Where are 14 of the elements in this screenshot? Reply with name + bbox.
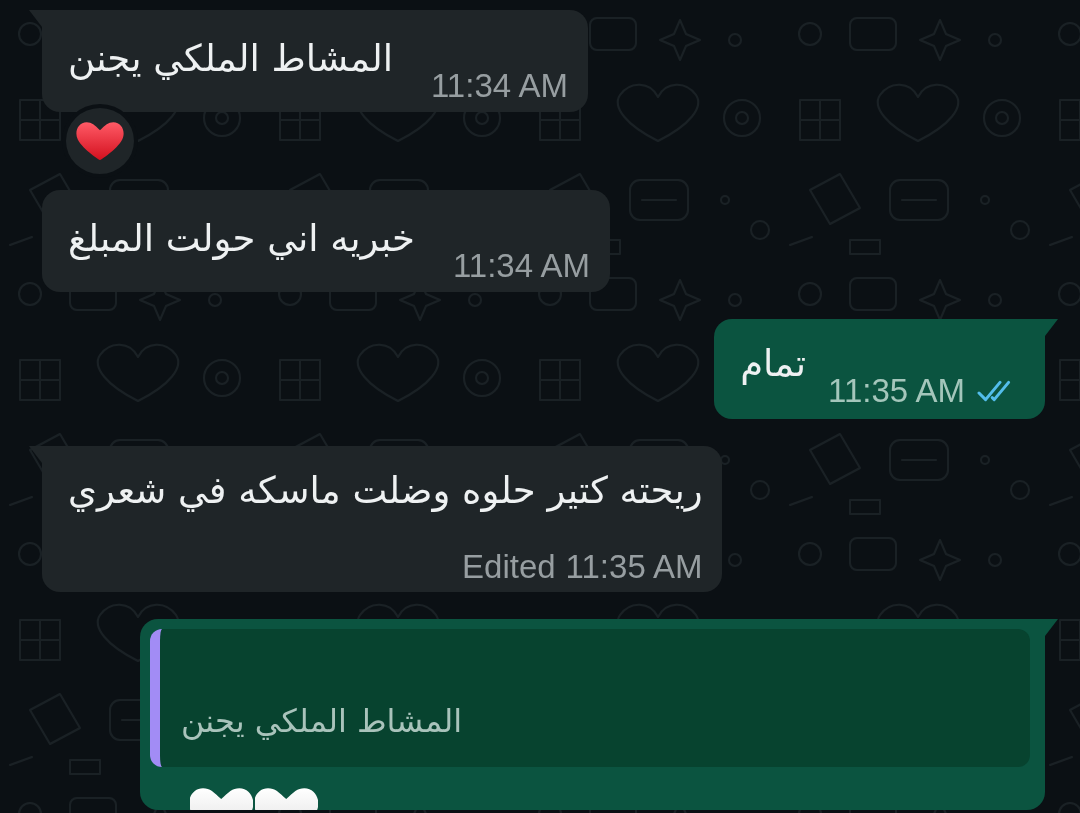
edited-label: Edited [462, 549, 556, 585]
quoted-text: المشاط الملكي يجنن [181, 701, 463, 742]
timestamp: 11:34 AM [452, 248, 590, 284]
heart-icon [76, 120, 124, 162]
message-text: ريحته كتير حلوه وضلت ماسكه في شعري [68, 468, 703, 514]
heart-icon [255, 787, 318, 810]
timestamp: 11:35 AM [828, 373, 965, 409]
message-text: تمام [740, 341, 806, 387]
timestamp: 11:34 AM [430, 68, 568, 104]
heart-icon [190, 787, 253, 810]
quoted-message[interactable]: المشاط الملكي يجنن [150, 629, 1030, 767]
message-text: خبريه اني حولت المبلغ [68, 216, 415, 262]
timestamp: 11:35 AM [565, 549, 703, 585]
message-text: المشاط الملكي يجنن [68, 36, 393, 82]
